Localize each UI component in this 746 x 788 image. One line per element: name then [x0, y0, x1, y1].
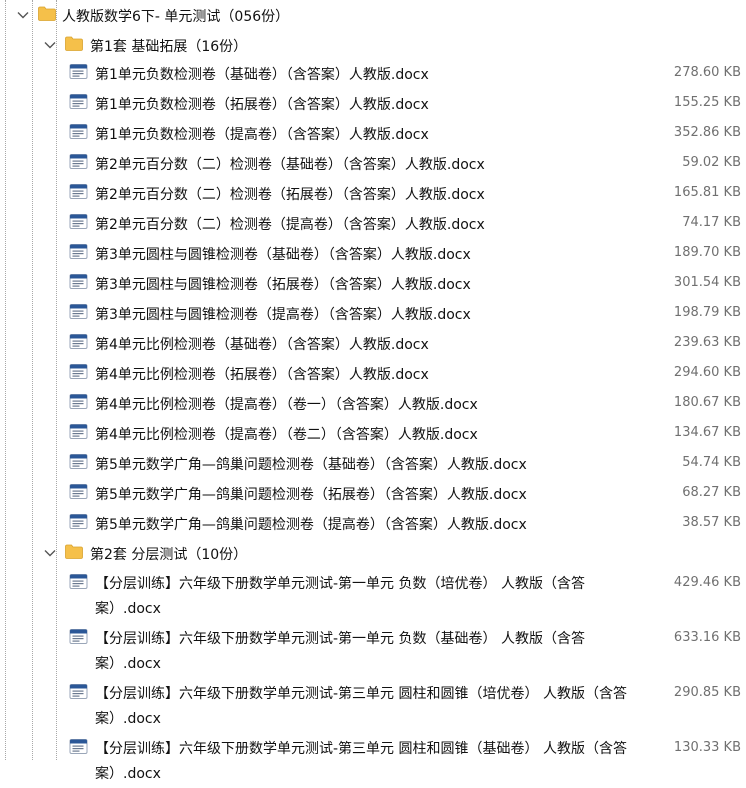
file-size: 189.70 KB	[673, 245, 741, 260]
group-2-folder-row[interactable]: 第2套 分层测试（10份）	[0, 538, 746, 568]
word-document-icon	[69, 333, 89, 351]
file-size: 165.81 KB	[673, 185, 741, 200]
file-name: 第2单元百分数（二）检测卷（拓展卷）（含答案）人教版.docx	[95, 187, 485, 203]
root-folder-title: 人教版数学6下- 单元测试（056份）	[62, 9, 290, 25]
word-document-icon	[69, 243, 89, 261]
file-name: 【分层训练】六年级下册数学单元测试-第一单元 负数（培优卷） 人教版（含答案）.…	[95, 576, 585, 617]
word-document-icon	[69, 213, 89, 231]
file-size: 180.67 KB	[673, 395, 741, 410]
file-name: 第4单元比例检测卷（基础卷）（含答案）人教版.docx	[95, 337, 429, 353]
file-name: 第4单元比例检测卷（提高卷）（卷二）（含答案）人教版.docx	[95, 427, 478, 443]
file-row[interactable]: 第4单元比例检测卷（拓展卷）（含答案）人教版.docx 294.60 KB	[0, 358, 746, 388]
file-name: 第3单元圆柱与圆锥检测卷（拓展卷）（含答案）人教版.docx	[95, 277, 471, 293]
file-name: 第1单元负数检测卷（提高卷）（含答案）人教版.docx	[95, 127, 429, 143]
word-document-icon	[69, 738, 89, 756]
file-size: 633.16 KB	[673, 630, 741, 645]
file-size: 74.17 KB	[682, 215, 741, 230]
file-name: 第4单元比例检测卷（拓展卷）（含答案）人教版.docx	[95, 367, 429, 383]
file-row[interactable]: 第5单元数学广角—鸽巢问题检测卷（提高卷）（含答案）人教版.docx 38.57 …	[0, 508, 746, 538]
file-row[interactable]: 第3单元圆柱与圆锥检测卷（拓展卷）（含答案）人教版.docx 301.54 KB	[0, 268, 746, 298]
file-name: 第1单元负数检测卷（基础卷）（含答案）人教版.docx	[95, 67, 429, 83]
file-name: 【分层训练】六年级下册数学单元测试-第三单元 圆柱和圆锥（培优卷） 人教版（含答…	[95, 686, 627, 727]
word-document-icon	[69, 683, 89, 701]
folder-icon	[65, 36, 83, 51]
word-document-icon	[69, 513, 89, 531]
file-row[interactable]: 第1单元负数检测卷（提高卷）（含答案）人教版.docx 352.86 KB	[0, 118, 746, 148]
file-size: 290.85 KB	[673, 685, 741, 700]
file-name: 第3单元圆柱与圆锥检测卷（基础卷）（含答案）人教版.docx	[95, 247, 471, 263]
file-size: 68.27 KB	[682, 485, 741, 500]
word-document-icon	[69, 273, 89, 291]
file-size: 130.33 KB	[673, 740, 741, 755]
file-size: 301.54 KB	[673, 275, 741, 290]
word-document-icon	[69, 393, 89, 411]
file-name: 【分层训练】六年级下册数学单元测试-第三单元 圆柱和圆锥（基础卷） 人教版（含答…	[95, 741, 627, 782]
file-size: 155.25 KB	[673, 95, 741, 110]
file-row[interactable]: 【分层训练】六年级下册数学单元测试-第三单元 圆柱和圆锥（培优卷） 人教版（含答…	[0, 678, 746, 733]
file-row[interactable]: 【分层训练】六年级下册数学单元测试-第一单元 负数（培优卷） 人教版（含答案）.…	[0, 568, 746, 623]
word-document-icon	[69, 628, 89, 646]
word-document-icon	[69, 153, 89, 171]
file-row[interactable]: 第2单元百分数（二）检测卷（拓展卷）（含答案）人教版.docx 165.81 KB	[0, 178, 746, 208]
file-size: 38.57 KB	[682, 515, 741, 530]
file-row[interactable]: 第1单元负数检测卷（基础卷）（含答案）人教版.docx 278.60 KB	[0, 58, 746, 88]
file-size: 59.02 KB	[682, 155, 741, 170]
word-document-icon	[69, 123, 89, 141]
file-name: 第2单元百分数（二）检测卷（基础卷）（含答案）人教版.docx	[95, 157, 485, 173]
word-document-icon	[69, 93, 89, 111]
file-size: 294.60 KB	[673, 365, 741, 380]
chevron-down-icon[interactable]	[43, 38, 57, 52]
file-size: 134.67 KB	[673, 425, 741, 440]
word-document-icon	[69, 63, 89, 81]
file-name: 【分层训练】六年级下册数学单元测试-第一单元 负数（基础卷） 人教版（含答案）.…	[95, 631, 585, 672]
word-document-icon	[69, 183, 89, 201]
group-1-folder-row[interactable]: 第1套 基础拓展（16份）	[0, 30, 746, 60]
file-name: 第5单元数学广角—鸽巢问题检测卷（拓展卷）（含答案）人教版.docx	[95, 487, 527, 503]
file-row[interactable]: 【分层训练】六年级下册数学单元测试-第三单元 圆柱和圆锥（基础卷） 人教版（含答…	[0, 733, 746, 788]
file-row[interactable]: 【分层训练】六年级下册数学单元测试-第一单元 负数（基础卷） 人教版（含答案）.…	[0, 623, 746, 678]
file-name: 第1单元负数检测卷（拓展卷）（含答案）人教版.docx	[95, 97, 429, 113]
file-row[interactable]: 第5单元数学广角—鸽巢问题检测卷（拓展卷）（含答案）人教版.docx 68.27 …	[0, 478, 746, 508]
file-size: 198.79 KB	[673, 305, 741, 320]
file-name: 第3单元圆柱与圆锥检测卷（提高卷）（含答案）人教版.docx	[95, 307, 471, 323]
word-document-icon	[69, 573, 89, 591]
file-row[interactable]: 第5单元数学广角—鸽巢问题检测卷（基础卷）（含答案）人教版.docx 54.74 …	[0, 448, 746, 478]
file-name: 第4单元比例检测卷（提高卷）（卷一）（含答案）人教版.docx	[95, 397, 478, 413]
file-name: 第2单元百分数（二）检测卷（提高卷）（含答案）人教版.docx	[95, 217, 485, 233]
file-size: 429.46 KB	[673, 575, 741, 590]
word-document-icon	[69, 453, 89, 471]
file-size: 239.63 KB	[673, 335, 741, 350]
file-row[interactable]: 第2单元百分数（二）检测卷（提高卷）（含答案）人教版.docx 74.17 KB	[0, 208, 746, 238]
file-row[interactable]: 第2单元百分数（二）检测卷（基础卷）（含答案）人教版.docx 59.02 KB	[0, 148, 746, 178]
word-document-icon	[69, 303, 89, 321]
chevron-down-icon[interactable]	[16, 8, 30, 22]
file-size: 352.86 KB	[673, 125, 741, 140]
word-document-icon	[69, 363, 89, 381]
folder-icon	[38, 6, 56, 21]
file-name: 第5单元数学广角—鸽巢问题检测卷（基础卷）（含答案）人教版.docx	[95, 457, 527, 473]
folder-icon	[65, 544, 83, 559]
group-folder-title: 第1套 基础拓展（16份）	[90, 39, 248, 55]
chevron-down-icon[interactable]	[43, 546, 57, 560]
group-folder-title: 第2套 分层测试（10份）	[90, 547, 248, 563]
file-row[interactable]: 第1单元负数检测卷（拓展卷）（含答案）人教版.docx 155.25 KB	[0, 88, 746, 118]
file-name: 第5单元数学广角—鸽巢问题检测卷（提高卷）（含答案）人教版.docx	[95, 517, 527, 533]
file-size: 54.74 KB	[682, 455, 741, 470]
word-document-icon	[69, 483, 89, 501]
file-row[interactable]: 第4单元比例检测卷（提高卷）（卷二）（含答案）人教版.docx 134.67 KB	[0, 418, 746, 448]
file-size: 278.60 KB	[673, 65, 741, 80]
root-folder-row[interactable]: 人教版数学6下- 单元测试（056份）	[0, 0, 746, 30]
file-row[interactable]: 第3单元圆柱与圆锥检测卷（基础卷）（含答案）人教版.docx 189.70 KB	[0, 238, 746, 268]
file-row[interactable]: 第3单元圆柱与圆锥检测卷（提高卷）（含答案）人教版.docx 198.79 KB	[0, 298, 746, 328]
word-document-icon	[69, 423, 89, 441]
file-row[interactable]: 第4单元比例检测卷（基础卷）（含答案）人教版.docx 239.63 KB	[0, 328, 746, 358]
file-row[interactable]: 第4单元比例检测卷（提高卷）（卷一）（含答案）人教版.docx 180.67 KB	[0, 388, 746, 418]
